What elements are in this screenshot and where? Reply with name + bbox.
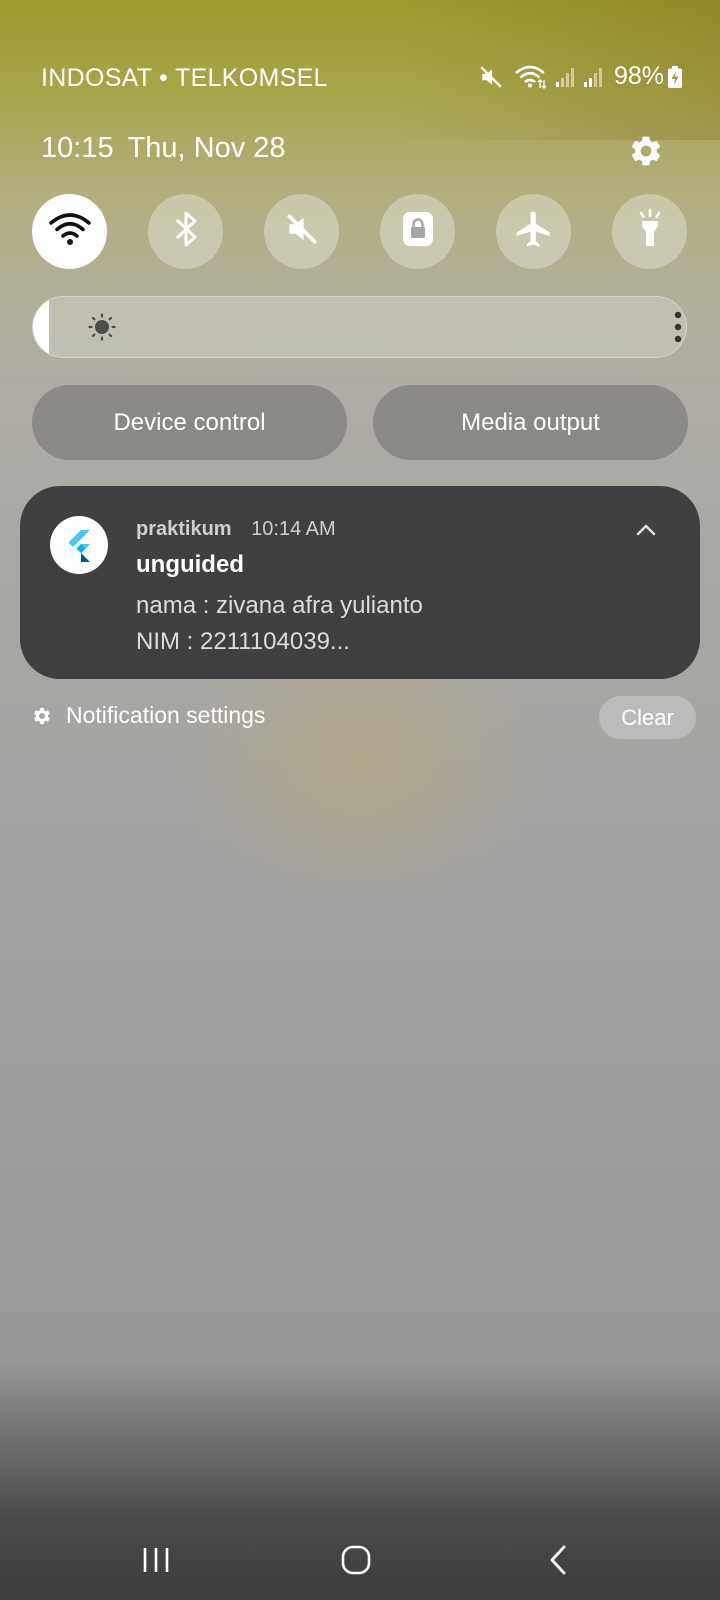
signal-icon bbox=[582, 65, 604, 89]
mute-icon bbox=[283, 210, 321, 253]
airplane-icon bbox=[513, 208, 555, 255]
home-icon[interactable] bbox=[332, 1540, 380, 1580]
notification-app-name: praktikum bbox=[136, 518, 232, 540]
device-control-button[interactable]: Device control bbox=[32, 385, 347, 460]
sun-icon bbox=[88, 313, 116, 346]
media-output-button[interactable]: Media output bbox=[373, 385, 688, 460]
clock: 10:15 bbox=[41, 132, 114, 164]
brightness-level bbox=[33, 297, 49, 357]
lock-icon bbox=[400, 209, 436, 254]
wifi-toggle[interactable] bbox=[32, 194, 107, 269]
bluetooth-icon bbox=[171, 209, 201, 254]
recents-icon[interactable] bbox=[132, 1540, 180, 1580]
gear-icon bbox=[34, 707, 50, 724]
flutter-logo-icon bbox=[50, 516, 108, 574]
notification-title: unguided bbox=[136, 551, 244, 578]
date-label: Thu, Nov 28 bbox=[127, 132, 286, 164]
notification-settings-button[interactable]: Notification settings bbox=[32, 702, 265, 729]
navigation-bar bbox=[0, 1520, 720, 1600]
clear-button[interactable]: Clear bbox=[599, 696, 696, 739]
sound-toggle[interactable] bbox=[264, 194, 339, 269]
mute-icon bbox=[478, 64, 504, 90]
brightness-slider[interactable] bbox=[32, 296, 687, 358]
bluetooth-toggle[interactable] bbox=[148, 194, 223, 269]
notification-line: NIM : 2211104039... bbox=[136, 628, 350, 655]
datetime-row: 10:15 Thu, Nov 28 bbox=[41, 132, 286, 165]
rotation-lock-toggle[interactable] bbox=[380, 194, 455, 269]
notification-card[interactable]: praktikum 10:14 AM unguided nama : zivan… bbox=[20, 486, 700, 679]
airplane-mode-toggle[interactable] bbox=[496, 194, 571, 269]
more-vertical-icon[interactable] bbox=[673, 311, 683, 348]
notification-meta: praktikum 10:14 AM bbox=[136, 518, 336, 541]
flashlight-toggle[interactable] bbox=[612, 194, 687, 269]
notification-settings-label: Notification settings bbox=[66, 702, 266, 728]
wifi-icon bbox=[48, 211, 92, 252]
battery-charging-icon bbox=[668, 65, 682, 88]
wifi-icon bbox=[514, 64, 548, 90]
gear-icon[interactable] bbox=[628, 133, 664, 169]
chevron-up-icon[interactable] bbox=[632, 516, 660, 544]
carrier-label: INDOSAT • TELKOMSEL bbox=[41, 64, 328, 92]
signal-icon bbox=[554, 65, 576, 89]
battery-percent: 98% bbox=[613, 62, 664, 90]
status-bar: INDOSAT • TELKOMSEL 98% bbox=[0, 58, 720, 98]
status-icons: 98% bbox=[478, 62, 682, 91]
notification-line: nama : zivana afra yulianto bbox=[136, 592, 423, 619]
notification-time: 10:14 AM bbox=[251, 518, 336, 540]
back-icon[interactable] bbox=[534, 1540, 582, 1580]
flashlight-icon bbox=[635, 208, 665, 255]
